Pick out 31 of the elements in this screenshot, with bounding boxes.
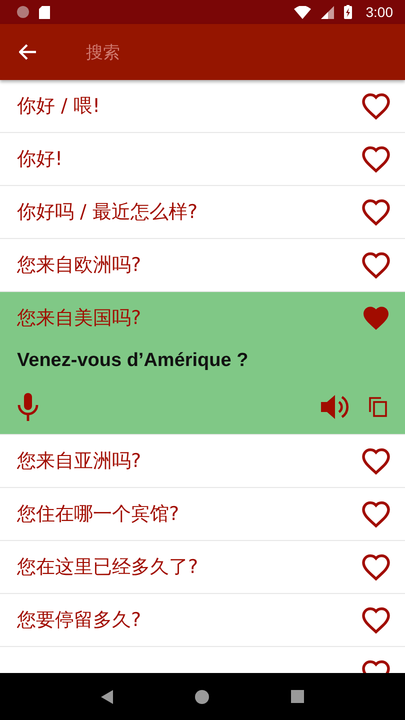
copy-icon[interactable] [369, 397, 387, 417]
home-nav-icon[interactable] [195, 690, 209, 704]
battery-icon [344, 5, 352, 19]
heart-icon[interactable] [361, 500, 391, 528]
heart-icon[interactable] [361, 251, 391, 279]
sd-card-icon [39, 6, 50, 18]
heart-icon[interactable] [361, 92, 391, 120]
microphone-icon[interactable] [17, 393, 39, 421]
heart-icon[interactable] [361, 447, 391, 475]
phrase-text: 您来自欧洲吗? [17, 253, 142, 278]
heart-icon[interactable] [361, 304, 391, 332]
speaker-icon[interactable] [321, 394, 349, 420]
heart-icon[interactable] [361, 606, 391, 634]
phrase-text: 您来自亚洲吗? [17, 449, 142, 474]
translation-text: Venez-vous d’Amérique ? [17, 349, 250, 373]
phrase-text: 您来自美国吗? [17, 306, 142, 331]
record-icon [17, 6, 29, 18]
phrase-text: 您要停留多久? [17, 608, 142, 633]
phrase-text: 您住在哪一个宾馆? [17, 502, 180, 527]
expanded-phrase-card[interactable]: 您来自美国吗? Venez-vous d’Amérique ? [0, 292, 405, 435]
wifi-icon [294, 6, 311, 18]
heart-icon[interactable] [361, 198, 391, 226]
phrase-text: 您在这里已经多久了? [17, 555, 198, 580]
phrase-text: 你好 / 喂! [17, 94, 100, 119]
heart-icon[interactable] [361, 145, 391, 173]
signal-icon [320, 6, 334, 18]
back-nav-icon[interactable] [101, 690, 113, 704]
phrase-text: 你好! [17, 147, 63, 172]
clock-time: 3:00 [366, 4, 393, 20]
phrase-text: 你好吗 / 最近怎么样? [17, 200, 198, 225]
heart-icon[interactable] [361, 553, 391, 581]
